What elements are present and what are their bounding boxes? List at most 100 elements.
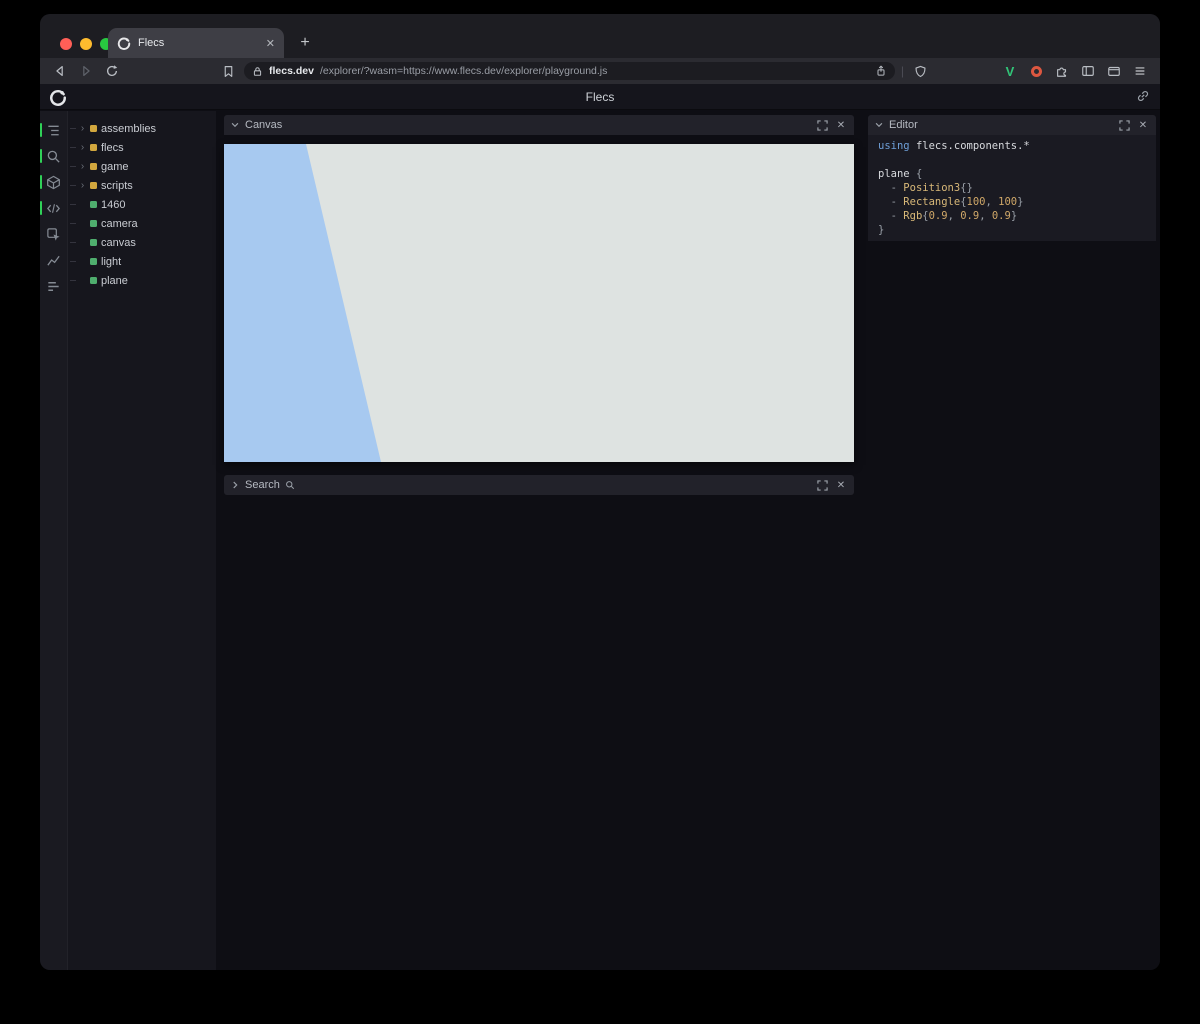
code-line[interactable]: - Rgb{0.9, 0.9, 0.9} bbox=[878, 209, 1156, 223]
code-line[interactable]: - Rectangle{100, 100} bbox=[878, 195, 1156, 209]
puzzle-icon[interactable] bbox=[1052, 61, 1072, 81]
browser-tab[interactable]: Flecs ✕ bbox=[108, 28, 284, 58]
chevron-right-icon[interactable]: › bbox=[78, 143, 87, 152]
code-line[interactable]: using flecs.components.* bbox=[878, 139, 1156, 153]
tree-item-label: camera bbox=[101, 218, 138, 230]
extension-red-icon[interactable] bbox=[1026, 61, 1046, 81]
url-domain: flecs.dev bbox=[269, 65, 314, 77]
code-icon[interactable] bbox=[40, 195, 67, 221]
tree-item-light[interactable]: light bbox=[68, 252, 216, 271]
chevron-down-icon[interactable] bbox=[230, 120, 240, 130]
search-icon[interactable] bbox=[40, 143, 67, 169]
active-indicator bbox=[40, 201, 42, 215]
app-header: Flecs bbox=[40, 84, 1160, 110]
shield-icon[interactable] bbox=[910, 61, 930, 81]
tree-item-1460[interactable]: 1460 bbox=[68, 195, 216, 214]
code-line[interactable]: } bbox=[878, 223, 1156, 237]
extension-v-icon[interactable]: V bbox=[1000, 61, 1020, 81]
link-icon[interactable] bbox=[1136, 89, 1150, 103]
tree-item-scripts[interactable]: › scripts bbox=[68, 176, 216, 195]
tree-item-label: flecs bbox=[101, 142, 124, 154]
close-window-button[interactable] bbox=[60, 38, 72, 50]
editor-code[interactable]: using flecs.components.* plane { - Posit… bbox=[868, 135, 1156, 241]
app-body: › assemblies › flecs › game › scripts bbox=[40, 111, 1160, 970]
code-line[interactable]: - Position3{} bbox=[878, 181, 1156, 195]
panel-title: Editor bbox=[889, 119, 918, 131]
search-panel-header[interactable]: Search ✕ bbox=[224, 475, 854, 495]
tree-item-plane[interactable]: plane bbox=[68, 271, 216, 290]
active-indicator bbox=[40, 175, 42, 189]
tree-item-label: 1460 bbox=[101, 199, 125, 211]
expand-icon[interactable] bbox=[815, 118, 829, 132]
search-glass-icon bbox=[285, 480, 295, 490]
chevron-right-icon[interactable]: › bbox=[78, 162, 87, 171]
tree-item-label: canvas bbox=[101, 237, 136, 249]
panel-title: Canvas bbox=[245, 119, 282, 131]
module-swatch bbox=[90, 125, 97, 132]
new-tab-button[interactable]: + bbox=[294, 32, 316, 54]
canvas-panel-body bbox=[224, 135, 854, 462]
chevron-down-icon[interactable] bbox=[874, 120, 884, 130]
tree-guide bbox=[70, 185, 76, 186]
code-line[interactable] bbox=[878, 153, 1156, 167]
browser-window: Flecs ✕ + flecs.dev /explore bbox=[40, 14, 1160, 970]
traffic-lights bbox=[60, 38, 112, 50]
url-bar[interactable]: flecs.dev /explorer/?wasm=https://www.fl… bbox=[244, 62, 895, 80]
forward-icon[interactable] bbox=[76, 61, 96, 81]
module-swatch bbox=[90, 163, 97, 170]
menu-icon[interactable] bbox=[1130, 61, 1150, 81]
bookmark-icon[interactable] bbox=[218, 61, 238, 81]
entity-swatch bbox=[90, 239, 97, 246]
panel-title: Search bbox=[245, 479, 280, 491]
tree-guide bbox=[70, 147, 76, 148]
code-line[interactable]: plane { bbox=[878, 167, 1156, 181]
queries-icon[interactable] bbox=[40, 273, 67, 299]
tree-item-camera[interactable]: camera bbox=[68, 214, 216, 233]
tree-item-canvas[interactable]: canvas bbox=[68, 233, 216, 252]
expand-icon[interactable] bbox=[1117, 118, 1131, 132]
tree-icon[interactable] bbox=[40, 117, 67, 143]
minimize-window-button[interactable] bbox=[80, 38, 92, 50]
chevron-right-icon[interactable]: › bbox=[78, 181, 87, 190]
sidebar-toggle-icon[interactable] bbox=[1078, 61, 1098, 81]
chevron-right-icon[interactable]: › bbox=[78, 124, 87, 133]
entities-icon[interactable] bbox=[40, 169, 67, 195]
share-icon[interactable] bbox=[875, 65, 887, 77]
entity-swatch bbox=[90, 201, 97, 208]
tree-item-label: light bbox=[101, 256, 121, 268]
main-area: Canvas ✕ bbox=[216, 111, 1160, 970]
module-swatch bbox=[90, 182, 97, 189]
inspect-icon[interactable] bbox=[40, 221, 67, 247]
close-icon[interactable]: ✕ bbox=[1136, 118, 1150, 132]
tree-item-assemblies[interactable]: › assemblies bbox=[68, 119, 216, 138]
icon-sidebar bbox=[40, 111, 68, 970]
wallet-icon[interactable] bbox=[1104, 61, 1124, 81]
editor-panel: Editor ✕ using flecs.components.* plane … bbox=[868, 115, 1156, 241]
close-icon[interactable]: ✕ bbox=[834, 118, 848, 132]
chevron-right-icon[interactable] bbox=[230, 480, 240, 490]
canvas-3d-view[interactable] bbox=[224, 144, 854, 462]
tree-guide bbox=[70, 204, 76, 205]
editor-panel-header[interactable]: Editor ✕ bbox=[868, 115, 1156, 135]
module-swatch bbox=[90, 144, 97, 151]
entity-swatch bbox=[90, 220, 97, 227]
tree-item-flecs[interactable]: › flecs bbox=[68, 138, 216, 157]
chart-icon[interactable] bbox=[40, 247, 67, 273]
flecs-favicon bbox=[117, 36, 131, 50]
reload-icon[interactable] bbox=[102, 61, 122, 81]
close-tab-icon[interactable]: ✕ bbox=[266, 37, 275, 50]
active-indicator bbox=[40, 123, 42, 137]
back-icon[interactable] bbox=[50, 61, 70, 81]
url-path: /explorer/?wasm=https://www.flecs.dev/ex… bbox=[320, 65, 607, 77]
expand-icon[interactable] bbox=[815, 478, 829, 492]
active-indicator bbox=[40, 149, 42, 163]
lock-icon bbox=[252, 66, 263, 77]
tree-guide bbox=[70, 261, 76, 262]
entity-tree: › assemblies › flecs › game › scripts bbox=[68, 111, 216, 970]
tree-item-game[interactable]: › game bbox=[68, 157, 216, 176]
tree-guide bbox=[70, 166, 76, 167]
close-icon[interactable]: ✕ bbox=[834, 478, 848, 492]
tab-bar: Flecs ✕ + bbox=[40, 14, 1160, 58]
canvas-panel-header[interactable]: Canvas ✕ bbox=[224, 115, 854, 135]
tree-item-label: plane bbox=[101, 275, 128, 287]
